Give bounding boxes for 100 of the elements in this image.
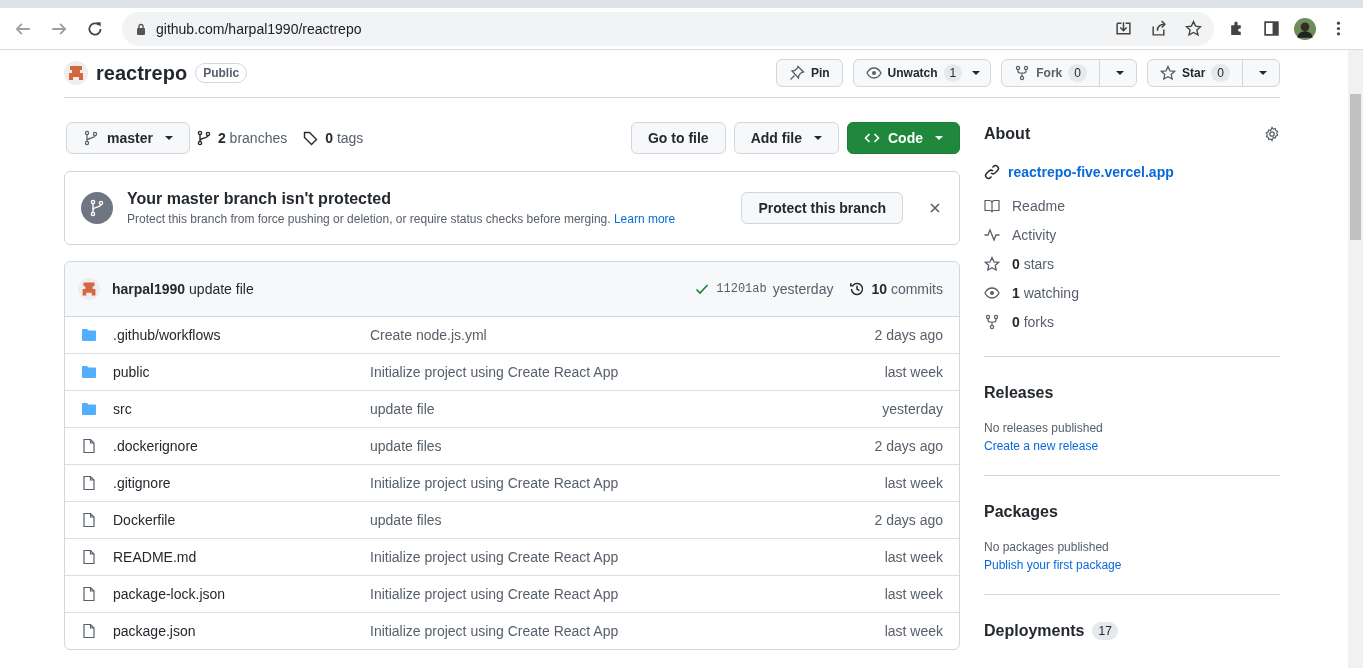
settings-icon[interactable]	[1264, 126, 1280, 142]
add-file-button[interactable]: Add file	[733, 122, 839, 154]
star-button[interactable]: Star 0	[1146, 59, 1280, 87]
about-stat-link[interactable]: Readme	[1012, 197, 1065, 214]
commit-message[interactable]: Create node.js.yml	[370, 327, 875, 343]
file-icon	[81, 438, 97, 454]
file-name[interactable]: package-lock.json	[113, 586, 370, 602]
commit-message[interactable]: Initialize project using Create React App	[370, 475, 885, 491]
banner-text: Protect this branch from force pushing or deletion, or require status checks before merging.	[127, 212, 611, 226]
pin-icon	[788, 65, 805, 81]
pulse-icon	[984, 226, 1000, 243]
protect-branch-button[interactable]: Protect this branch	[741, 192, 903, 224]
about-stat-link[interactable]: 0 forks	[1012, 313, 1055, 330]
file-name[interactable]: public	[113, 364, 370, 380]
fork-count: 0	[1068, 64, 1087, 82]
about-stat-link[interactable]: Activity	[1012, 226, 1057, 243]
repo-name[interactable]: reactrepo	[96, 61, 188, 85]
file-name[interactable]: Dockerfile	[113, 512, 370, 528]
section-link[interactable]: Publish your first package	[984, 556, 1280, 574]
about-heading: About	[984, 125, 1031, 143]
file-icon	[81, 586, 97, 602]
watch-button[interactable]: Unwatch 1	[852, 59, 992, 87]
branch-icon	[195, 130, 212, 146]
commit-message[interactable]: update file	[370, 401, 883, 417]
website-link[interactable]: reactrepo-five.vercel.app	[1008, 164, 1174, 180]
learn-more-link[interactable]: Learn more	[613, 212, 676, 226]
tag-icon	[303, 130, 320, 146]
about-stat-link[interactable]: 0 stars	[1012, 255, 1055, 272]
commit-summary[interactable]: harpal1990 update file	[112, 281, 254, 297]
address-bar[interactable]: github.com/harpal1990/reactrepo	[122, 11, 1214, 46]
reload-icon[interactable]	[86, 19, 104, 38]
fork-button[interactable]: Fork 0	[1001, 59, 1137, 87]
file-icon	[81, 512, 97, 528]
file-name[interactable]: src	[113, 401, 370, 417]
commit-message[interactable]: update files	[370, 438, 875, 454]
profile-avatar-icon[interactable]	[1294, 17, 1316, 40]
section-heading[interactable]: Releases	[984, 384, 1054, 402]
file-name[interactable]: README.md	[113, 549, 370, 565]
file-icon	[81, 549, 97, 565]
branches-link[interactable]: 2 branches	[217, 130, 288, 146]
star-icon	[1159, 65, 1176, 81]
commit-message[interactable]: Initialize project using Create React App	[370, 549, 885, 565]
star-icon	[984, 255, 1000, 272]
author-avatar-icon	[78, 278, 100, 300]
star-label: Star	[1181, 66, 1206, 80]
section-link[interactable]: Create a new release	[984, 437, 1280, 455]
commit-age: last week	[884, 586, 943, 602]
commit-age: last week	[884, 623, 943, 639]
commit-message[interactable]: Initialize project using Create React App	[370, 364, 885, 380]
star-count: 0	[1211, 64, 1230, 82]
file-icon	[81, 623, 97, 639]
go-to-file-button[interactable]: Go to file	[631, 122, 726, 154]
commit-time: yesterday	[772, 281, 834, 297]
share-icon[interactable]	[1150, 20, 1167, 37]
file-name[interactable]: .github/workflows	[113, 327, 370, 343]
commit-message[interactable]: update files	[370, 512, 875, 528]
link-icon	[984, 164, 1000, 180]
bookmark-star-icon[interactable]	[1185, 20, 1202, 37]
branch-select[interactable]: master	[66, 122, 190, 154]
section-note: No releases published	[984, 420, 1104, 437]
code-button[interactable]: Code	[847, 122, 960, 154]
section-heading[interactable]: Packages	[984, 503, 1058, 521]
about-stat-link[interactable]: 1 watching	[1012, 284, 1079, 301]
section-heading[interactable]: Deployments	[984, 622, 1085, 640]
install-icon[interactable]	[1115, 20, 1132, 37]
caret-icon[interactable]	[1115, 71, 1124, 75]
commit-sha[interactable]: 11201ab	[716, 282, 767, 296]
section-note: No packages published	[984, 539, 1110, 556]
folder-icon	[81, 327, 97, 343]
pin-label: Pin	[810, 66, 830, 80]
file-name[interactable]: .gitignore	[113, 475, 370, 491]
watch-label: Unwatch	[887, 66, 938, 80]
commit-age: 2 days ago	[874, 512, 943, 528]
banner-title: Your master branch isn't protected	[127, 190, 392, 208]
commit-message[interactable]: Initialize project using Create React App	[370, 623, 885, 639]
pin-button[interactable]: Pin	[775, 59, 843, 87]
lock-icon	[136, 22, 146, 35]
commits-link[interactable]: 10 commits	[871, 281, 943, 297]
fork-label: Fork	[1036, 66, 1063, 80]
file-name[interactable]: package.json	[113, 623, 370, 639]
caret-icon	[972, 71, 981, 75]
commit-age: 2 days ago	[874, 438, 943, 454]
deployments-count: 17	[1092, 622, 1118, 640]
side-panel-icon[interactable]	[1263, 20, 1280, 37]
tags-link[interactable]: 0 tags	[325, 130, 364, 146]
branch-icon	[83, 130, 99, 146]
commit-age: last week	[884, 549, 943, 565]
commit-age: 2 days ago	[874, 327, 943, 343]
commit-age: last week	[884, 364, 943, 380]
fork-icon	[1014, 65, 1031, 81]
branch-icon	[81, 192, 113, 224]
file-icon	[81, 475, 97, 491]
history-icon	[849, 281, 866, 297]
eye-icon	[984, 284, 1000, 301]
commit-age: last week	[884, 475, 943, 491]
commit-message[interactable]: Initialize project using Create React App	[370, 586, 885, 602]
file-name[interactable]: .dockerignore	[113, 438, 370, 454]
repo-avatar-icon	[64, 61, 88, 85]
fork-icon	[984, 313, 1000, 330]
caret-icon[interactable]	[1259, 71, 1267, 75]
